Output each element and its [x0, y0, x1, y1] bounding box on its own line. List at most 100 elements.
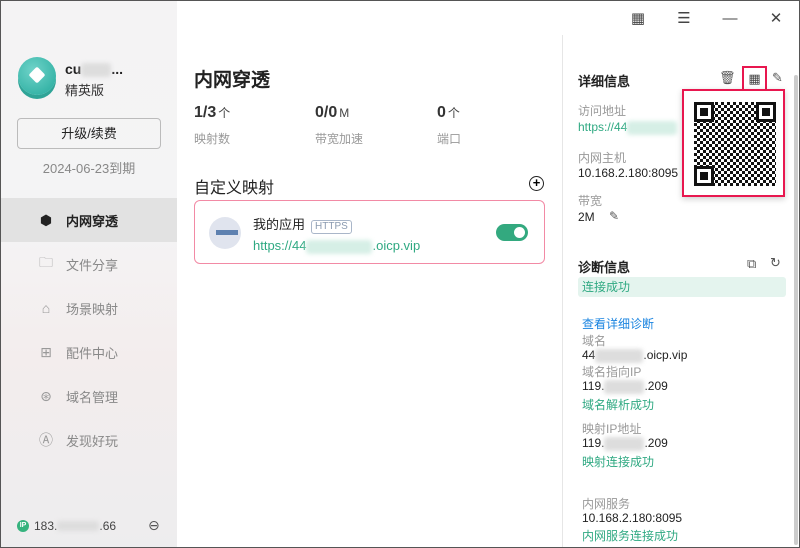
- sidebar-nav: ⬢ 内网穿透 🗀 文件分享 ⌂ 场景映射 ⊞ 配件中心 ⊛ 域名管理 Ⓐ 发现好玩: [1, 198, 177, 462]
- add-mapping-button[interactable]: +: [529, 176, 544, 191]
- qr-finder: [756, 102, 776, 122]
- domain-value: 44 .oicp.vip: [582, 348, 687, 363]
- mapping-url[interactable]: https://44 .oicp.vip: [253, 238, 420, 254]
- ip-suffix: .209: [644, 379, 668, 393]
- sidebar-item-scene[interactable]: ⌂ 场景映射: [1, 286, 177, 330]
- domain-icon: ⊛: [40, 387, 52, 404]
- sidebar-item-label: 配件中心: [66, 345, 119, 361]
- stat-mappings: 1/3 个映射数: [194, 104, 230, 147]
- mapping-connect-status: 映射连接成功: [582, 455, 655, 469]
- stat-value: 0: [437, 104, 446, 121]
- qrcode-popup: [682, 89, 785, 197]
- cube-icon: ⬢: [39, 211, 53, 228]
- service-label: 内网服务: [582, 497, 631, 511]
- expiry-date: 2024-06-23到期: [42, 161, 136, 176]
- ip-prefix: 119.: [582, 379, 605, 393]
- domain-ip-label: 域名指向IP: [582, 365, 642, 379]
- access-value: https://44: [578, 120, 628, 134]
- stat-value: 0/0: [315, 104, 338, 121]
- details-title: 详细信息: [578, 74, 631, 89]
- stat-unit: 个: [218, 106, 231, 120]
- host-label: 内网主机: [578, 151, 627, 165]
- username: cu...: [65, 61, 124, 78]
- minimize-icon[interactable]: —: [707, 1, 753, 35]
- folder-share-icon: 🗀: [39, 254, 53, 270]
- mapping-ip-label: 映射IP地址: [582, 422, 642, 436]
- username-ellipsis: ...: [111, 61, 124, 77]
- stat-unit: M: [339, 106, 350, 120]
- app-icon: [209, 217, 241, 249]
- redacted: [81, 63, 112, 78]
- qr-finder: [694, 102, 714, 122]
- qr-finder: [694, 166, 714, 186]
- connection-status: 连接成功: [578, 277, 786, 297]
- sidebar-item-accessories[interactable]: ⊞ 配件中心: [1, 330, 177, 374]
- copy-icon[interactable]: ⧉: [747, 256, 756, 272]
- username-text: cu: [65, 61, 82, 77]
- ip-suffix: .209: [644, 436, 668, 450]
- qrcode-icon[interactable]: ▦: [615, 1, 661, 35]
- stat-label: 带宽加速: [315, 132, 364, 146]
- apps-icon: ⊞: [40, 343, 52, 360]
- upgrade-button[interactable]: 升级/续费: [17, 118, 161, 149]
- qrcode-image: [694, 102, 776, 186]
- stat-unit: 个: [447, 106, 460, 120]
- mapping-title: 我的应用 HTTPS: [253, 214, 352, 234]
- page-title: 内网穿透: [194, 70, 271, 91]
- main-panel: 内网穿透 1/3 个映射数 0/0 M 带宽加速 0 个端口 自定义映射 + 我的应用 H…: [177, 1, 562, 547]
- sidebar: cu... 精英版 升级/续费 2024-06-23到期 ⬢ 内网穿透 🗀 文件分享…: [1, 1, 177, 547]
- mapping-card[interactable]: 我的应用 HTTPS https://44 .oicp.vip: [194, 200, 545, 264]
- view-diagnosis-link[interactable]: 查看详细诊断: [582, 315, 654, 332]
- service-value: 10.168.2.180:8095: [582, 511, 683, 525]
- stat-bandwidth: 0/0 M 带宽加速: [315, 104, 363, 147]
- bandwidth-label: 带宽: [578, 194, 603, 208]
- mapping-name: 我的应用: [253, 217, 306, 232]
- bandwidth-value: 2M: [578, 210, 595, 224]
- sidebar-item-label: 内网穿透: [66, 213, 119, 229]
- stat-ports: 0 个端口: [437, 104, 461, 147]
- ip-icon: IP: [17, 520, 29, 532]
- sidebar-item-label: 场景映射: [66, 301, 119, 317]
- avatar[interactable]: [18, 57, 56, 95]
- stat-label: 端口: [437, 132, 462, 146]
- access-url[interactable]: https://44: [578, 120, 678, 135]
- domain-label: 域名: [582, 334, 607, 348]
- access-label: 访问地址: [578, 104, 627, 118]
- menu-icon[interactable]: ☰: [661, 1, 707, 35]
- sidebar-item-domain[interactable]: ⊛ 域名管理: [1, 374, 177, 418]
- service-status: 内网服务连接成功: [582, 529, 679, 543]
- diagnosis-title: 诊断信息: [578, 260, 631, 275]
- domain-ip-value: 119. .209: [582, 379, 668, 394]
- redacted: [627, 120, 678, 135]
- host-value: 10.168.2.180:8095: [578, 166, 679, 180]
- zoom-icon[interactable]: ⊖: [148, 517, 160, 534]
- domain-suffix: .oicp.vip: [643, 348, 688, 362]
- qrcode-button[interactable]: ▦: [742, 66, 767, 91]
- delete-icon[interactable]: 🗑: [719, 70, 736, 86]
- discover-icon: Ⓐ: [39, 432, 53, 448]
- stat-label: 映射数: [194, 132, 231, 146]
- ip-suffix: .66: [99, 519, 117, 533]
- mapping-toggle[interactable]: [496, 224, 528, 241]
- sidebar-item-label: 发现好玩: [66, 433, 119, 449]
- sidebar-item-label: 文件分享: [66, 257, 119, 273]
- sidebar-item-file-share[interactable]: 🗀 文件分享: [1, 242, 177, 286]
- scrollbar[interactable]: [794, 75, 798, 545]
- scene-icon: ⌂: [41, 300, 51, 316]
- refresh-icon[interactable]: ↻: [770, 255, 781, 271]
- redacted: [604, 379, 645, 394]
- sidebar-item-discover[interactable]: Ⓐ 发现好玩: [1, 418, 177, 462]
- sidebar-item-label: 域名管理: [66, 389, 119, 405]
- edit-bandwidth-icon[interactable]: ✎: [609, 209, 619, 223]
- section-title: 自定义映射: [194, 180, 275, 197]
- redacted: [595, 348, 644, 363]
- title-bar-controls: ▦ ☰ — ✕: [615, 1, 799, 35]
- protocol-badge: HTTPS: [311, 220, 352, 234]
- domain-resolve-status: 域名解析成功: [582, 398, 655, 412]
- close-icon[interactable]: ✕: [753, 1, 799, 35]
- redacted: [604, 436, 645, 451]
- edit-icon[interactable]: ✎: [772, 70, 783, 86]
- redacted: [306, 239, 373, 254]
- url-suffix: .oicp.vip: [372, 238, 421, 253]
- sidebar-item-intranet[interactable]: ⬢ 内网穿透: [1, 198, 177, 242]
